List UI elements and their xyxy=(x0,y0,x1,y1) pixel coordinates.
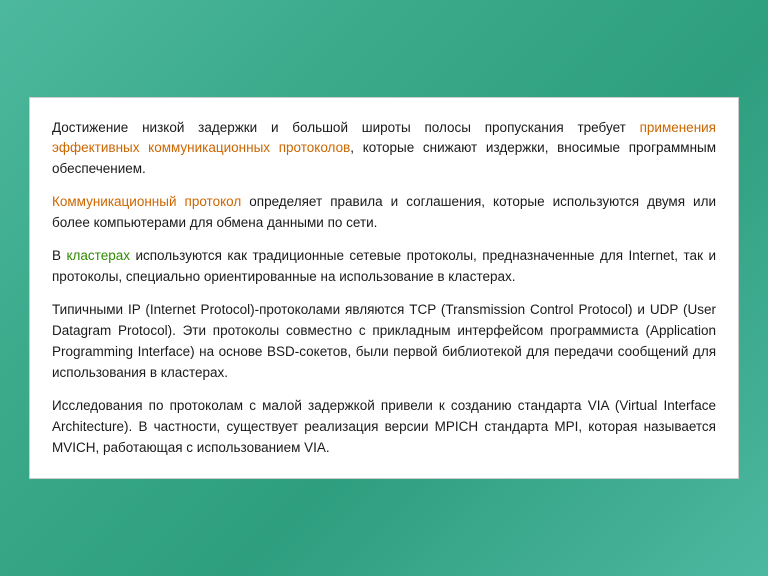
p3-text-1: В xyxy=(52,248,66,263)
p2-highlight-1: Коммуникационный протокол xyxy=(52,194,241,209)
paragraph-5: Исследования по протоколам с малой задер… xyxy=(52,396,716,459)
content-box: Достижение низкой задержки и большой шир… xyxy=(29,97,739,480)
paragraph-2: Коммуникационный протокол определяет пра… xyxy=(52,192,716,234)
p5-text-1: Исследования по протоколам с малой задер… xyxy=(52,398,716,455)
p3-highlight-1: кластерах xyxy=(66,248,130,263)
text-block: Достижение низкой задержки и большой шир… xyxy=(52,118,716,459)
p4-text-1: Типичными IP (Internet Protocol)-протоко… xyxy=(52,302,716,380)
p1-text-1: Достижение низкой задержки и большой шир… xyxy=(52,120,640,135)
paragraph-1: Достижение низкой задержки и большой шир… xyxy=(52,118,716,181)
paragraph-4: Типичными IP (Internet Protocol)-протоко… xyxy=(52,300,716,384)
paragraph-3: В кластерах используются как традиционны… xyxy=(52,246,716,288)
p3-text-2: используются как традиционные сетевые пр… xyxy=(52,248,716,284)
